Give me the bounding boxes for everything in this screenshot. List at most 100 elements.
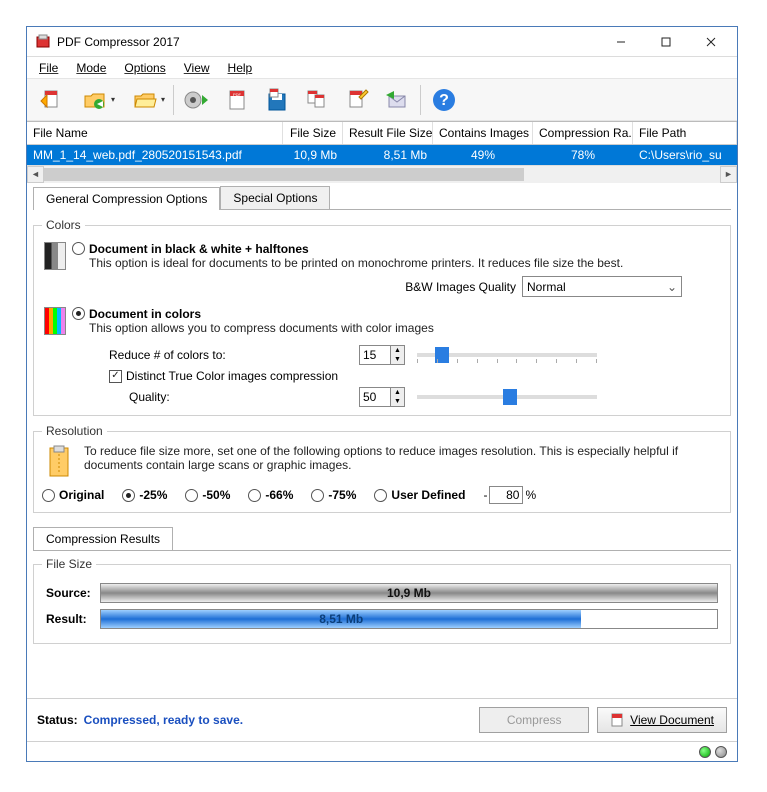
cell-result: 8,51 Mb: [343, 145, 433, 165]
minimize-button[interactable]: [598, 28, 643, 56]
toolbar: PDF ?: [27, 79, 737, 121]
colors-legend: Colors: [42, 218, 85, 232]
reduce-label: Reduce # of colors to:: [109, 348, 359, 362]
res-25[interactable]: -25%: [122, 488, 167, 502]
bw-swatch-icon: [44, 242, 66, 270]
grid-row[interactable]: MM_1_14_web.pdf_280520151543.pdf 10,9 Mb…: [27, 145, 737, 165]
help-button[interactable]: ?: [425, 82, 463, 118]
grid-header: File Name File Size Result File Size Con…: [27, 122, 737, 145]
col-ratio[interactable]: Compression Ra...: [533, 122, 633, 144]
color-radio[interactable]: [72, 307, 85, 320]
horizontal-scrollbar[interactable]: ◄ ►: [27, 165, 737, 182]
res-user-input[interactable]: [489, 486, 523, 504]
footer: Status: Compressed, ready to save. Compr…: [27, 698, 737, 741]
result-value: 8,51 Mb: [319, 612, 363, 626]
tab-general[interactable]: General Compression Options: [33, 187, 220, 210]
quality-slider[interactable]: [417, 387, 597, 407]
add-file-button[interactable]: [31, 82, 69, 118]
cell-filesize: 10,9 Mb: [283, 145, 343, 165]
edit-button[interactable]: [338, 82, 376, 118]
quality-input[interactable]: ▲▼: [359, 387, 405, 407]
status-led-off-icon: [715, 746, 727, 758]
status-led-green-icon: [699, 746, 711, 758]
window-title: PDF Compressor 2017: [57, 35, 598, 49]
spin-down-icon[interactable]: ▼: [391, 355, 404, 364]
email-button[interactable]: [378, 82, 416, 118]
merge-button[interactable]: [298, 82, 336, 118]
res-original[interactable]: Original: [42, 488, 104, 502]
scroll-right-icon[interactable]: ►: [720, 166, 737, 183]
app-icon: [35, 34, 51, 50]
compress-button-tb[interactable]: [178, 82, 216, 118]
spin-up-icon[interactable]: ▲: [391, 388, 404, 397]
filesize-legend: File Size: [42, 557, 96, 571]
maximize-button[interactable]: [643, 28, 688, 56]
view-document-button[interactable]: View Document: [597, 707, 727, 733]
scroll-left-icon[interactable]: ◄: [27, 166, 44, 183]
save-button[interactable]: [258, 82, 296, 118]
col-images[interactable]: Contains Images: [433, 122, 533, 144]
bw-radio[interactable]: [72, 242, 85, 255]
pdf-small-icon: [610, 713, 624, 727]
options-tabs: General Compression Options Special Opti…: [33, 186, 731, 210]
pdf-icon[interactable]: PDF: [218, 82, 256, 118]
app-window: PDF Compressor 2017 File Mode Options Vi…: [26, 26, 738, 762]
file-grid: File Name File Size Result File Size Con…: [27, 121, 737, 182]
quality-label: Quality:: [129, 390, 359, 404]
color-desc: This option allows you to compress docum…: [89, 321, 722, 335]
titlebar: PDF Compressor 2017: [27, 27, 737, 57]
reduce-colors-input[interactable]: ▲▼: [359, 345, 405, 365]
color-title: Document in colors: [89, 307, 722, 321]
color-swatch-icon: [44, 307, 66, 335]
col-filename[interactable]: File Name: [27, 122, 283, 144]
resolution-legend: Resolution: [42, 424, 107, 438]
compress-button: Compress: [479, 707, 589, 733]
spin-up-icon[interactable]: ▲: [391, 346, 404, 355]
resolution-group: Resolution To reduce file size more, set…: [33, 424, 731, 513]
menu-options[interactable]: Options: [116, 59, 173, 77]
tab-results[interactable]: Compression Results: [33, 527, 173, 550]
cell-filename: MM_1_14_web.pdf_280520151543.pdf: [27, 145, 283, 165]
res-66[interactable]: -66%: [248, 488, 293, 502]
spin-down-icon[interactable]: ▼: [391, 397, 404, 406]
menu-view[interactable]: View: [176, 59, 218, 77]
reduce-colors-value[interactable]: [360, 346, 390, 364]
statusbar: [27, 741, 737, 761]
distinct-label: Distinct True Color images compression: [126, 369, 338, 383]
open-folder-button[interactable]: [121, 82, 169, 118]
status-text: Compressed, ready to save.: [84, 713, 243, 727]
menu-mode[interactable]: Mode: [68, 59, 114, 77]
cell-ratio: 78%: [533, 145, 633, 165]
source-bar: 10,9 Mb: [100, 583, 718, 603]
scroll-thumb[interactable]: [44, 168, 524, 181]
resolution-desc: To reduce file size more, set one of the…: [84, 444, 722, 480]
add-folder-button[interactable]: [71, 82, 119, 118]
filesize-group: File Size Source: 10,9 Mb Result: 8,51 M…: [33, 557, 731, 644]
distinct-checkbox[interactable]: [109, 370, 122, 383]
reduce-colors-slider[interactable]: [417, 345, 597, 365]
svg-text:PDF: PDF: [233, 92, 242, 97]
bw-desc: This option is ideal for documents to be…: [89, 256, 722, 270]
source-label: Source:: [46, 586, 100, 600]
result-label: Result:: [46, 612, 100, 626]
res-75[interactable]: -75%: [311, 488, 356, 502]
res-user-suffix: %: [525, 488, 536, 502]
close-button[interactable]: [688, 28, 733, 56]
col-filesize[interactable]: File Size: [283, 122, 343, 144]
col-result[interactable]: Result File Size: [343, 122, 433, 144]
cell-images: 49%: [433, 145, 533, 165]
bw-title: Document in black & white + halftones: [89, 242, 722, 256]
bw-quality-select[interactable]: Normal: [522, 276, 682, 297]
col-path[interactable]: File Path: [633, 122, 737, 144]
res-user-prefix: -: [483, 488, 487, 502]
menubar: File Mode Options View Help: [27, 57, 737, 79]
menu-file[interactable]: File: [31, 59, 66, 77]
res-50[interactable]: -50%: [185, 488, 230, 502]
colors-group: Colors Document in black & white + halft…: [33, 218, 731, 416]
menu-help[interactable]: Help: [220, 59, 261, 77]
res-user[interactable]: User Defined: [374, 488, 465, 502]
svg-text:?: ?: [439, 92, 449, 109]
tab-special[interactable]: Special Options: [220, 186, 330, 209]
result-bar: 8,51 Mb: [100, 609, 718, 629]
quality-value[interactable]: [360, 388, 390, 406]
